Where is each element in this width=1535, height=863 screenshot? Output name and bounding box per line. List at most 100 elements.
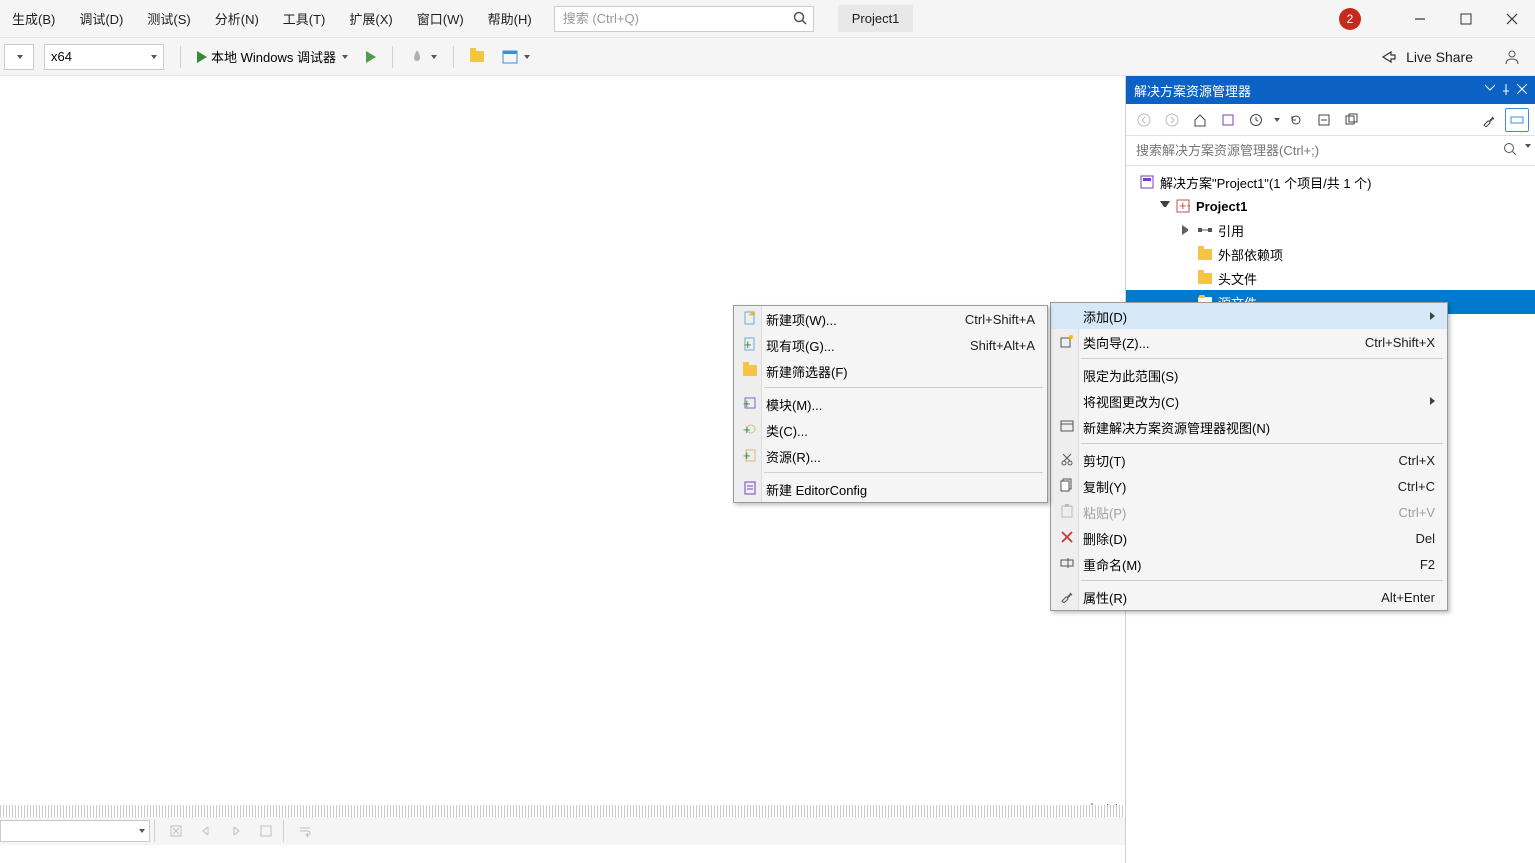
- fire-icon: [409, 49, 425, 65]
- ctx-copy[interactable]: 复制(Y)Ctrl+C: [1051, 473, 1447, 499]
- start-debug-button[interactable]: 本地 Windows 调试器: [191, 44, 354, 70]
- window-icon: [502, 49, 518, 65]
- add-submenu: 新建项(W)...Ctrl+Shift+A + 现有项(G)...Shift+A…: [733, 305, 1048, 503]
- output-grip[interactable]: [0, 805, 1125, 817]
- back-button[interactable]: [1132, 108, 1156, 132]
- tree-ext-deps[interactable]: 外部依赖项: [1126, 242, 1535, 266]
- properties-button[interactable]: [1477, 108, 1501, 132]
- menu-tools[interactable]: 工具(T): [271, 5, 338, 32]
- ctx-class[interactable]: + 类(C)...: [734, 417, 1047, 443]
- ctx-add[interactable]: 添加(D): [1051, 303, 1447, 329]
- tree-headers-label: 头文件: [1218, 269, 1257, 288]
- ctx-new-explorer[interactable]: 新建解决方案资源管理器视图(N): [1051, 414, 1447, 440]
- output-wordwrap-button[interactable]: [292, 820, 318, 842]
- output-clear-button[interactable]: [163, 820, 189, 842]
- home-button[interactable]: [1188, 108, 1212, 132]
- chevron-down-icon: [17, 55, 23, 59]
- output-clearall-button[interactable]: [253, 820, 279, 842]
- ctx-class-label: 类(C)...: [766, 421, 808, 440]
- menu-window[interactable]: 窗口(W): [405, 5, 476, 32]
- feedback-button[interactable]: [1503, 48, 1521, 66]
- separator: [453, 46, 454, 68]
- separator: [283, 820, 284, 842]
- ctx-copy-label: 复制(Y): [1083, 477, 1126, 496]
- open-file-button[interactable]: [464, 44, 490, 70]
- ctx-rename-label: 重命名(M): [1083, 555, 1142, 574]
- refresh-button[interactable]: [1284, 108, 1308, 132]
- forward-button[interactable]: [1160, 108, 1184, 132]
- editorconfig-icon: [742, 480, 758, 496]
- collapse-all-button[interactable]: [1312, 108, 1336, 132]
- live-share[interactable]: Live Share: [1370, 48, 1483, 66]
- chevron-down-icon: [151, 55, 157, 59]
- chevron-down-icon: [139, 829, 145, 833]
- ctx-class-wizard-shortcut: Ctrl+Shift+X: [1325, 335, 1435, 350]
- menu-help[interactable]: 帮助(H): [476, 5, 544, 32]
- ctx-class-wizard[interactable]: 类向导(Z)... Ctrl+Shift+X: [1051, 329, 1447, 355]
- chevron-down-icon[interactable]: [1274, 118, 1280, 122]
- solution-tree: 解决方案"Project1"(1 个项目/共 1 个) ++ Project1 …: [1126, 166, 1535, 318]
- notifications-badge[interactable]: 2: [1339, 8, 1361, 30]
- ctx-delete[interactable]: 删除(D)Del: [1051, 525, 1447, 551]
- expand-icon[interactable]: [1182, 225, 1192, 235]
- ctx-cut-label: 剪切(T): [1083, 451, 1126, 470]
- ctx-new-filter[interactable]: 新建筛选器(F): [734, 358, 1047, 384]
- switch-views-button[interactable]: [1216, 108, 1240, 132]
- preview-button[interactable]: [1505, 108, 1529, 132]
- close-button[interactable]: [1489, 4, 1535, 34]
- arrow-right-icon: [1430, 312, 1435, 320]
- ctx-existing-item[interactable]: + 现有项(G)...Shift+Alt+A: [734, 332, 1047, 358]
- menu-analyze[interactable]: 分析(N): [203, 5, 271, 32]
- output-next-button[interactable]: [223, 820, 249, 842]
- menu-test[interactable]: 测试(S): [135, 5, 202, 32]
- close-icon[interactable]: [1517, 84, 1527, 96]
- tree-references[interactable]: 引用: [1126, 218, 1535, 242]
- play-outline-icon: [366, 51, 376, 63]
- ctx-properties[interactable]: 属性(R)Alt+Enter: [1051, 584, 1447, 610]
- context-menu: 添加(D) 类向导(Z)... Ctrl+Shift+X 限定为此范围(S) 将…: [1050, 302, 1448, 611]
- menu-build[interactable]: 生成(B): [0, 5, 67, 32]
- chevron-down-icon: [524, 55, 530, 59]
- ctx-scope[interactable]: 限定为此范围(S): [1051, 362, 1447, 388]
- ctx-rename[interactable]: 重命名(M)F2: [1051, 551, 1447, 577]
- ctx-cut[interactable]: 剪切(T)Ctrl+X: [1051, 447, 1447, 473]
- chevron-down-icon[interactable]: [1523, 148, 1531, 163]
- ctx-scope-label: 限定为此范围(S): [1083, 366, 1178, 385]
- ctx-module[interactable]: + 模块(M)...: [734, 391, 1047, 417]
- menu-extensions[interactable]: 扩展(X): [337, 5, 404, 32]
- minimize-button[interactable]: [1397, 4, 1443, 34]
- tree-solution[interactable]: 解决方案"Project1"(1 个项目/共 1 个): [1126, 170, 1535, 194]
- se-search-input[interactable]: [1128, 143, 1533, 158]
- ctx-editorconfig[interactable]: 新建 EditorConfig: [734, 476, 1047, 502]
- tree-project[interactable]: ++ Project1: [1126, 194, 1535, 218]
- new-item-icon: [742, 310, 758, 326]
- se-search[interactable]: [1126, 136, 1535, 166]
- pin-icon[interactable]: [1501, 84, 1511, 96]
- ctx-change-view[interactable]: 将视图更改为(C): [1051, 388, 1447, 414]
- expand-icon[interactable]: [1160, 201, 1170, 211]
- output-source-dropdown[interactable]: [0, 820, 150, 842]
- toolbox-button[interactable]: [496, 44, 536, 70]
- menu-debug[interactable]: 调试(D): [67, 5, 135, 32]
- ctx-new-item[interactable]: 新建项(W)...Ctrl+Shift+A: [734, 306, 1047, 332]
- chevron-down-icon[interactable]: [1485, 84, 1495, 96]
- separator: [180, 46, 181, 68]
- maximize-button[interactable]: [1443, 4, 1489, 34]
- ctx-new-filter-label: 新建筛选器(F): [766, 362, 848, 381]
- config-dropdown[interactable]: [4, 44, 34, 70]
- svg-text:+: +: [743, 422, 751, 436]
- tree-headers[interactable]: 头文件: [1126, 266, 1535, 290]
- output-prev-button[interactable]: [193, 820, 219, 842]
- start-without-debug-button[interactable]: [360, 44, 382, 70]
- class-wizard-icon: [1059, 333, 1075, 349]
- platform-dropdown[interactable]: x64: [44, 44, 164, 70]
- global-search[interactable]: [554, 6, 814, 32]
- show-all-button[interactable]: [1340, 108, 1364, 132]
- separator: [1081, 358, 1443, 359]
- ctx-new-explorer-label: 新建解决方案资源管理器视图(N): [1083, 418, 1270, 437]
- svg-text:+: +: [743, 448, 751, 462]
- ctx-resource[interactable]: + 资源(R)...: [734, 443, 1047, 469]
- search-input[interactable]: [555, 11, 813, 26]
- pending-changes-button[interactable]: [1244, 108, 1268, 132]
- hot-reload-button[interactable]: [403, 44, 443, 70]
